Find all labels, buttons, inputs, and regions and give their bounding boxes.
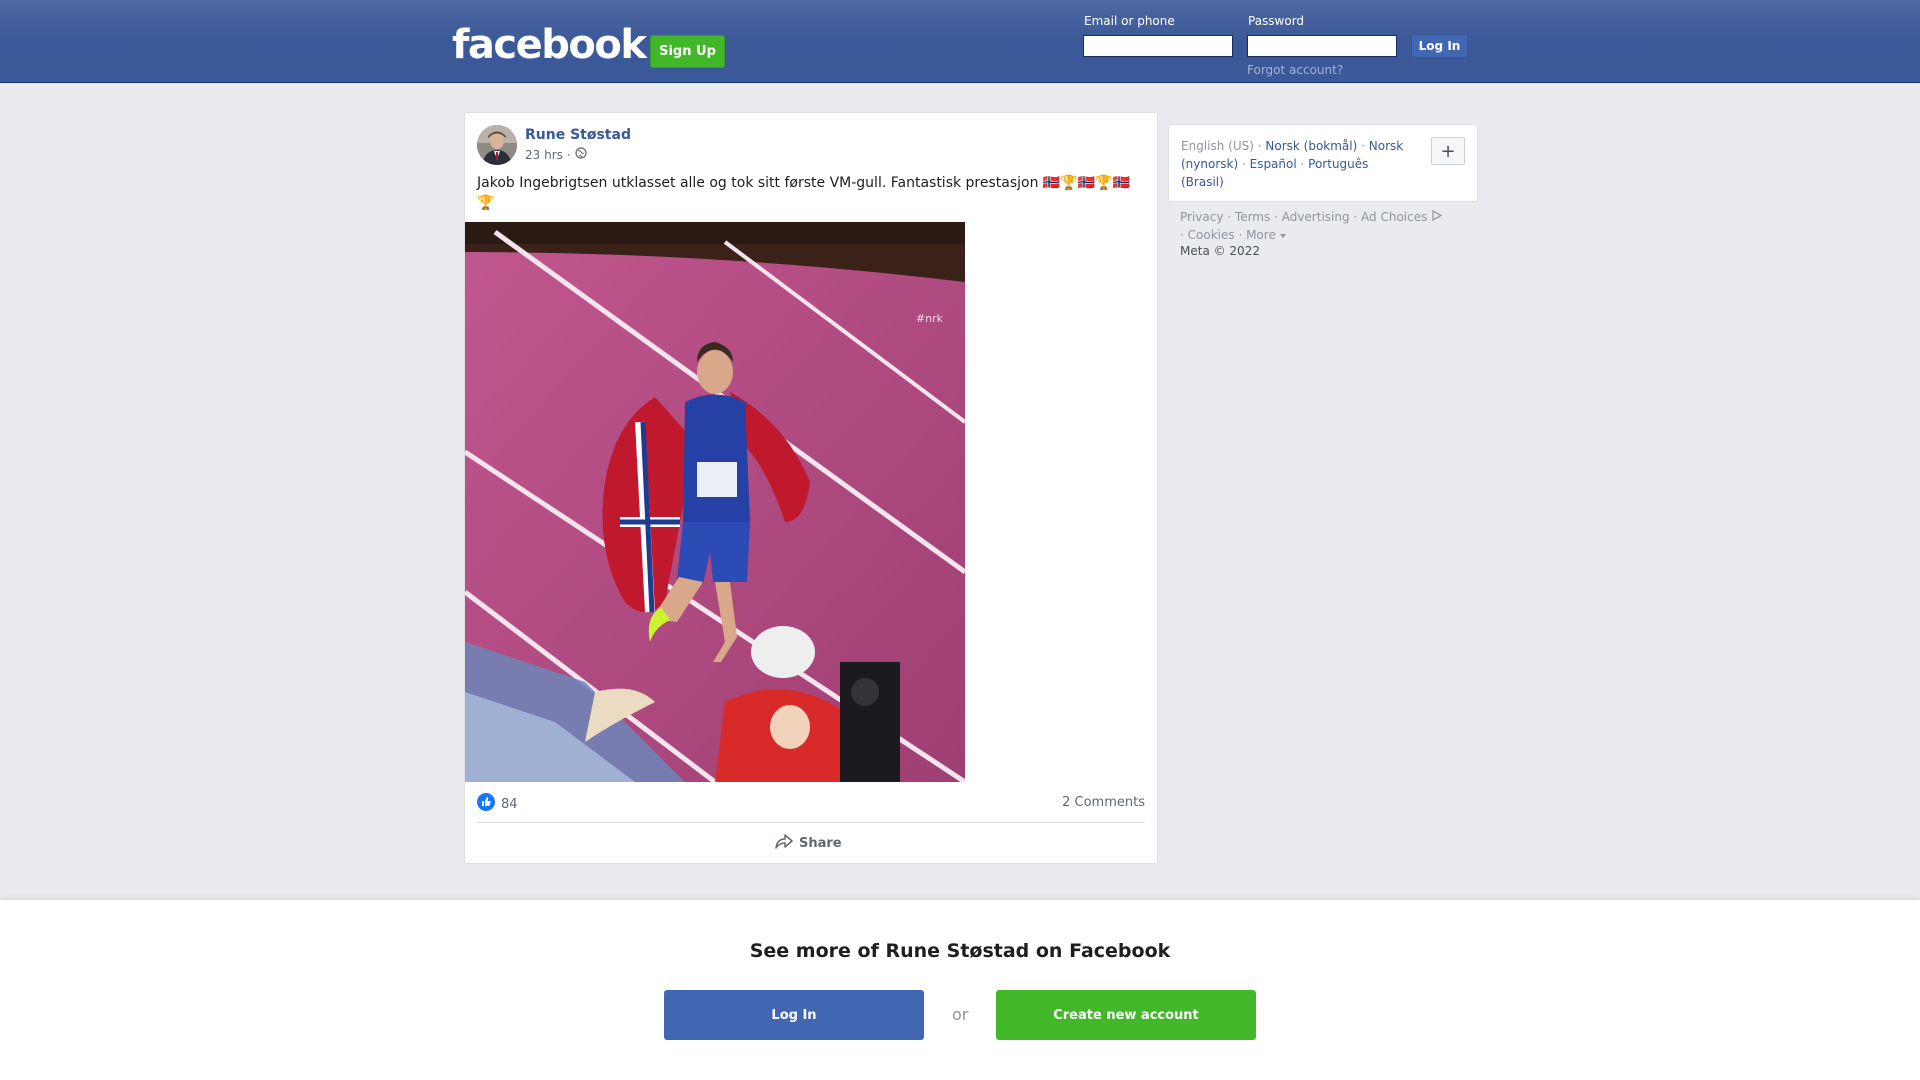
share-icon xyxy=(775,833,793,853)
footer-link-more[interactable]: More xyxy=(1246,228,1276,242)
meta-separator: · xyxy=(566,147,571,162)
share-label: Share xyxy=(799,835,842,851)
reactions[interactable]: 84 xyxy=(477,793,518,815)
comments-link[interactable]: 2 Comments xyxy=(1062,795,1145,810)
post-author-link[interactable]: Rune Støstad xyxy=(525,127,631,143)
post-time[interactable]: 23 hrs xyxy=(525,148,563,162)
post-photo[interactable]: #nrk xyxy=(465,222,965,782)
log-in-button[interactable]: Log In xyxy=(1411,34,1468,58)
language-list: English (US) · Norsk (bokmål) · Norsk (n… xyxy=(1181,139,1404,189)
signup-prompt-sheet: See more of Rune Støstad on Facebook Log… xyxy=(0,900,1920,1080)
create-account-button[interactable]: Create new account xyxy=(996,990,1256,1040)
post-divider xyxy=(477,822,1145,823)
reaction-count: 84 xyxy=(501,796,518,812)
sheet-title: See more of Rune Støstad on Facebook xyxy=(749,940,1171,962)
or-separator: or xyxy=(952,1005,969,1024)
like-icon xyxy=(477,793,495,815)
post-meta: 23 hrs · xyxy=(525,147,587,162)
footer-links: Privacy · Terms · Advertising · Ad Choic… xyxy=(1180,208,1480,244)
current-language: English (US) xyxy=(1181,139,1254,153)
globe-icon xyxy=(575,147,587,162)
email-field[interactable] xyxy=(1083,35,1233,57)
footer-link-terms[interactable]: Terms xyxy=(1235,210,1270,224)
password-label: Password xyxy=(1248,14,1305,28)
footer-link-privacy[interactable]: Privacy xyxy=(1180,210,1223,224)
top-bar: facebook Sign Up Email or phone Password… xyxy=(0,0,1920,83)
forgot-account-link[interactable]: Forgot account? xyxy=(1247,63,1343,77)
facebook-logo[interactable]: facebook xyxy=(452,22,647,68)
language-option[interactable]: Norsk (bokmål) xyxy=(1265,139,1357,153)
copyright: Meta © 2022 xyxy=(1180,244,1260,258)
post-card: Rune Støstad 23 hrs · Jakob Ingebrigtsen… xyxy=(464,112,1158,864)
language-option[interactable]: Español xyxy=(1250,157,1297,171)
more-languages-button[interactable]: + xyxy=(1431,137,1465,165)
photo-watermark: #nrk xyxy=(916,312,944,325)
footer-link-ad-choices[interactable]: Ad Choices xyxy=(1361,210,1427,224)
share-button[interactable]: Share xyxy=(775,833,842,853)
footer-link-cookies[interactable]: Cookies xyxy=(1188,228,1235,242)
post-text: Jakob Ingebrigtsen utklasset alle og tok… xyxy=(477,175,1131,211)
footer-link-advertising[interactable]: Advertising xyxy=(1282,210,1350,224)
language-selector: English (US) · Norsk (bokmål) · Norsk (n… xyxy=(1168,124,1478,202)
email-label: Email or phone xyxy=(1084,14,1175,28)
sheet-log-in-button[interactable]: Log In xyxy=(664,990,924,1040)
ad-choices-icon xyxy=(1431,209,1443,224)
sign-up-button[interactable]: Sign Up xyxy=(650,35,725,68)
avatar[interactable] xyxy=(477,125,517,165)
caret-down-icon xyxy=(1279,228,1286,242)
password-field[interactable] xyxy=(1247,35,1397,57)
